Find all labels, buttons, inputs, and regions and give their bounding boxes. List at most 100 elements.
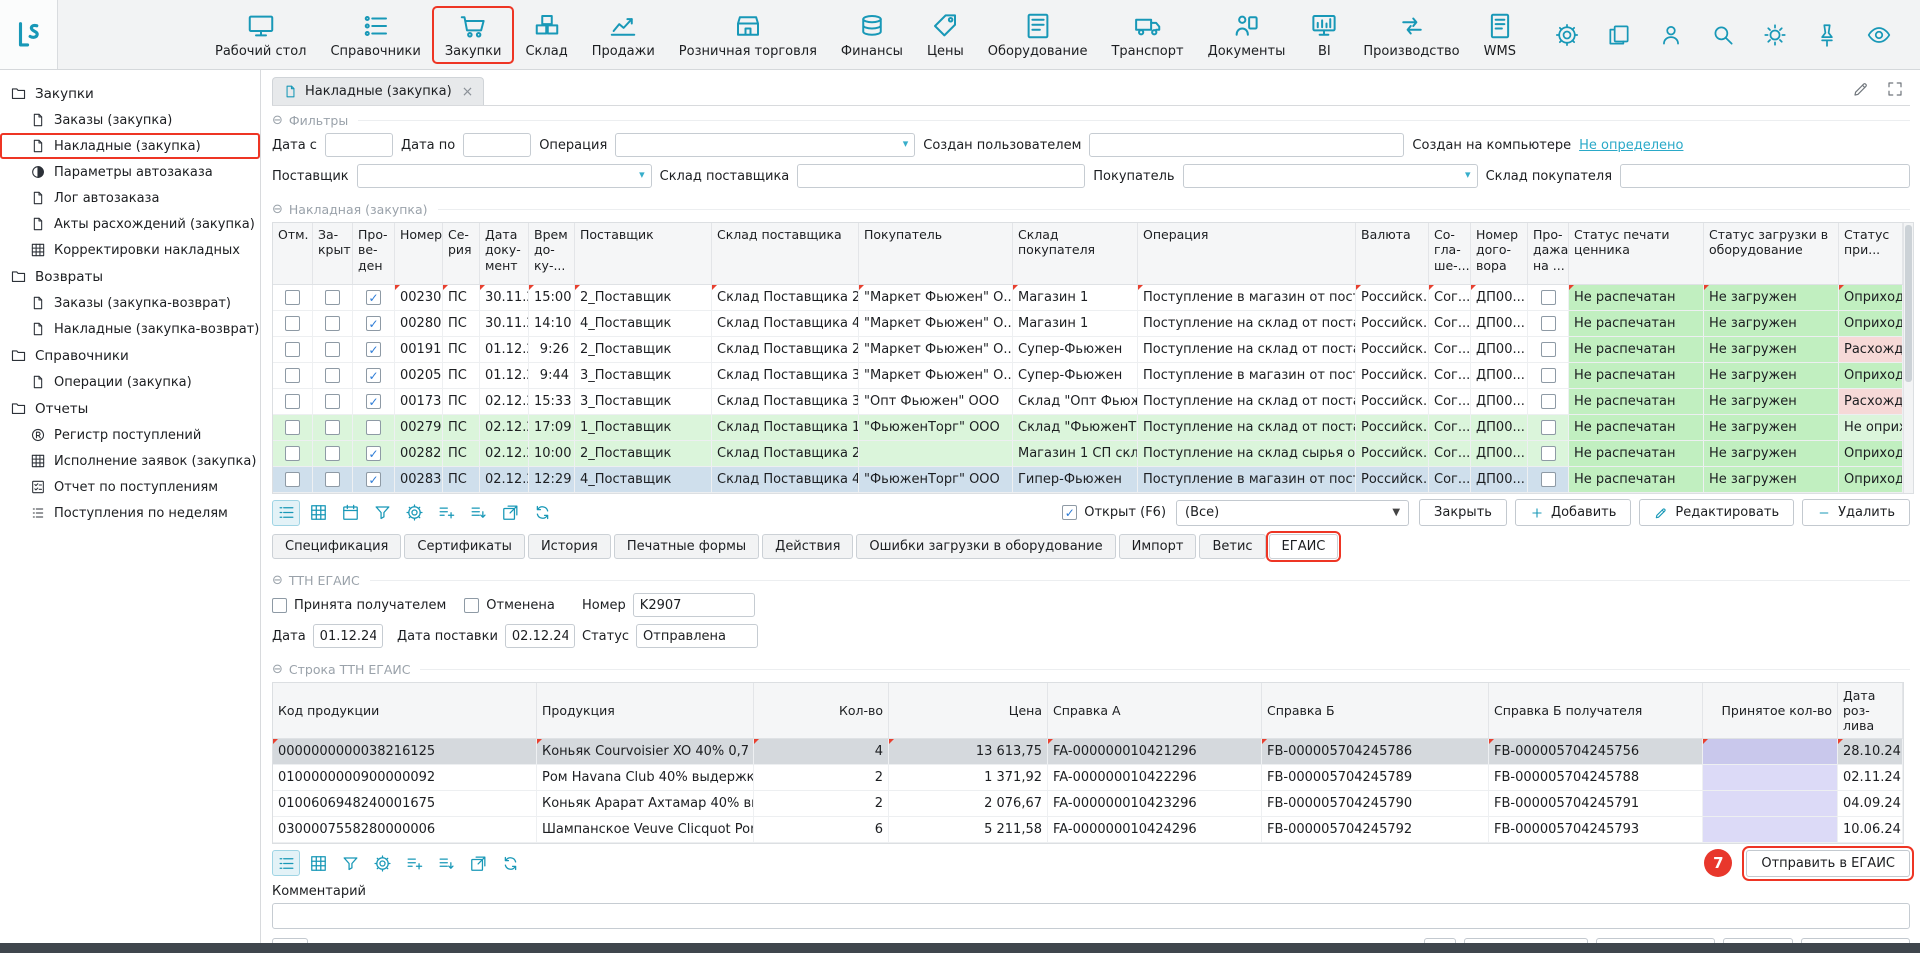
operation-combo[interactable]: [615, 133, 915, 157]
row-checkbox[interactable]: [1541, 394, 1556, 409]
tab-close-icon[interactable]: ×: [462, 85, 474, 99]
topbar-profile-button[interactable]: [1658, 22, 1684, 48]
invoice-row[interactable]: 00283ПС02.12.2412:294_ПоставщикСклад Пос…: [273, 467, 1913, 493]
supplier-combo[interactable]: [357, 164, 652, 188]
created-by-input[interactable]: [1089, 133, 1404, 157]
toolbar-item-desktop[interactable]: Рабочий стол: [203, 7, 318, 63]
delete-button[interactable]: Удалить: [1802, 499, 1910, 526]
topbar-settings-button[interactable]: [1554, 22, 1580, 48]
comment-input[interactable]: [272, 903, 1910, 929]
toolbar-list-add-button[interactable]: [432, 500, 460, 526]
invoice-row[interactable]: 00230ПС30.11.2415:002_ПоставщикСклад Пос…: [273, 285, 1913, 311]
row-checkbox[interactable]: [366, 290, 381, 305]
app-logo[interactable]: [0, 0, 58, 69]
toolbar-settings-button[interactable]: [368, 850, 396, 876]
column-header[interactable]: Дата роз- лива: [1838, 683, 1903, 738]
sidebar-item[interactable]: Лог автозаказа: [0, 185, 260, 211]
column-header[interactable]: Валюта: [1356, 223, 1429, 284]
toolbar-open-window-button[interactable]: [464, 850, 492, 876]
sidebar-item[interactable]: Операции (закупка): [0, 369, 260, 395]
toolbar-item-purchases[interactable]: Закупки: [433, 7, 514, 63]
invoice-row[interactable]: 00282ПС02.12.2410:002_ПоставщикСклад Пос…: [273, 441, 1913, 467]
expand-icon[interactable]: [1886, 80, 1904, 98]
ttn-status-input[interactable]: [636, 624, 758, 648]
collapse-icon[interactable]: ⊖: [272, 203, 283, 216]
sidebar-group-1[interactable]: Возвраты: [0, 263, 260, 290]
sidebar-item[interactable]: Параметры автозаказа: [0, 159, 260, 185]
date-from-input[interactable]: [325, 133, 393, 157]
toolbar-item-retail[interactable]: Розничная торговля: [667, 7, 829, 63]
column-header[interactable]: Отм.: [273, 223, 313, 284]
status-filter-select[interactable]: (Все) ▼: [1176, 500, 1409, 526]
column-header[interactable]: Номер дого- вора: [1471, 223, 1528, 284]
add-button[interactable]: Добавить: [1515, 499, 1631, 526]
row-checkbox[interactable]: [325, 446, 340, 461]
toolbar-item-bi[interactable]: BI: [1297, 7, 1351, 63]
invoice-row[interactable]: 00205ПС01.12.249:443_ПоставщикСклад Пост…: [273, 363, 1913, 389]
topbar-notes-button[interactable]: [1606, 22, 1632, 48]
ttn-line-row[interactable]: 0100606948240001675Коньяк Арарат Ахтамар…: [273, 791, 1903, 817]
column-header[interactable]: Со- гла- ше-...: [1429, 223, 1471, 284]
toolbar-item-wms[interactable]: WMS: [1472, 7, 1528, 63]
column-header[interactable]: Дата доку- мент: [480, 223, 529, 284]
cancelled-checkbox[interactable]: [464, 598, 479, 613]
toolbar-filter-button[interactable]: [336, 850, 364, 876]
supplier-warehouse-input[interactable]: [797, 164, 1085, 188]
column-header[interactable]: Код продукции: [273, 683, 537, 738]
row-checkbox[interactable]: [285, 472, 300, 487]
sidebar-item[interactable]: Регистр поступлений: [0, 422, 260, 448]
row-checkbox[interactable]: [285, 290, 300, 305]
row-checkbox[interactable]: [366, 316, 381, 331]
sidebar-group-3[interactable]: Отчеты: [0, 395, 260, 422]
edit-button[interactable]: Редактировать: [1639, 499, 1794, 526]
sidebar-item[interactable]: Накладные (закупка): [0, 133, 260, 159]
buyer-combo[interactable]: [1183, 164, 1478, 188]
column-header[interactable]: Справка Б получателя: [1489, 683, 1703, 738]
tab-load-errors[interactable]: Ошибки загрузки в оборудование: [856, 534, 1115, 559]
toolbar-open-window-button[interactable]: [496, 500, 524, 526]
column-header[interactable]: Врем до- ку-...: [529, 223, 575, 284]
invoice-row[interactable]: 00191ПС01.12.249:262_ПоставщикСклад Пост…: [273, 337, 1913, 363]
row-checkbox[interactable]: [1541, 290, 1556, 305]
edit-pencil-icon[interactable]: [1852, 80, 1870, 98]
row-checkbox[interactable]: [366, 394, 381, 409]
sidebar-item[interactable]: Акты расхождений (закупка): [0, 211, 260, 237]
vertical-scrollbar[interactable]: [1903, 223, 1913, 493]
column-header[interactable]: Цена: [889, 683, 1048, 738]
invoice-row[interactable]: 00173ПС02.12.2415:333_ПоставщикСклад Пос…: [273, 389, 1913, 415]
toolbar-refresh-button[interactable]: [496, 850, 524, 876]
topbar-search-button[interactable]: [1710, 22, 1736, 48]
toolbar-item-prices[interactable]: Цены: [915, 7, 976, 63]
close-list-button[interactable]: Закрыть: [1419, 499, 1507, 526]
toolbar-item-finance[interactable]: Финансы: [829, 7, 915, 63]
column-header[interactable]: Справка А: [1048, 683, 1262, 738]
invoice-row[interactable]: 00279ПС02.12.2417:091_ПоставщикСклад Пос…: [273, 415, 1913, 441]
ttn-line-row[interactable]: 0300007558280000006Шампанское Veuve Clic…: [273, 817, 1903, 843]
row-checkbox[interactable]: [285, 316, 300, 331]
toolbar-refresh-button[interactable]: [528, 500, 556, 526]
row-checkbox[interactable]: [366, 368, 381, 383]
toolbar-item-warehouse[interactable]: Склад: [513, 7, 579, 63]
invoice-row[interactable]: 00280ПС30.11.2414:104_ПоставщикСклад Пос…: [273, 311, 1913, 337]
created-on-computer-link[interactable]: Не определено: [1579, 138, 1683, 153]
toolbar-list-view-button[interactable]: [272, 500, 300, 526]
row-checkbox[interactable]: [325, 342, 340, 357]
sidebar-group-2[interactable]: Справочники: [0, 342, 260, 369]
tab-vetis[interactable]: Ветис: [1199, 534, 1265, 559]
column-header[interactable]: Статус печати ценника: [1569, 223, 1704, 284]
tab-certificates[interactable]: Сертификаты: [404, 534, 525, 559]
toolbar-filter-button[interactable]: [368, 500, 396, 526]
column-header[interactable]: Се- рия: [443, 223, 480, 284]
toolbar-list-view-button[interactable]: [272, 850, 300, 876]
toolbar-item-sales[interactable]: Продажи: [580, 7, 667, 63]
accepted-checkbox[interactable]: [272, 598, 287, 613]
sidebar-item[interactable]: Поступления по неделям: [0, 500, 260, 526]
collapse-icon[interactable]: ⊖: [272, 663, 283, 676]
row-checkbox[interactable]: [1541, 472, 1556, 487]
toolbar-item-catalogs[interactable]: Справочники: [318, 7, 432, 63]
column-header[interactable]: Принятое кол-во: [1703, 683, 1838, 738]
column-header[interactable]: Статус при...: [1839, 223, 1903, 284]
row-checkbox[interactable]: [325, 290, 340, 305]
column-header[interactable]: Справка Б: [1262, 683, 1489, 738]
column-header[interactable]: За- крыт: [313, 223, 353, 284]
